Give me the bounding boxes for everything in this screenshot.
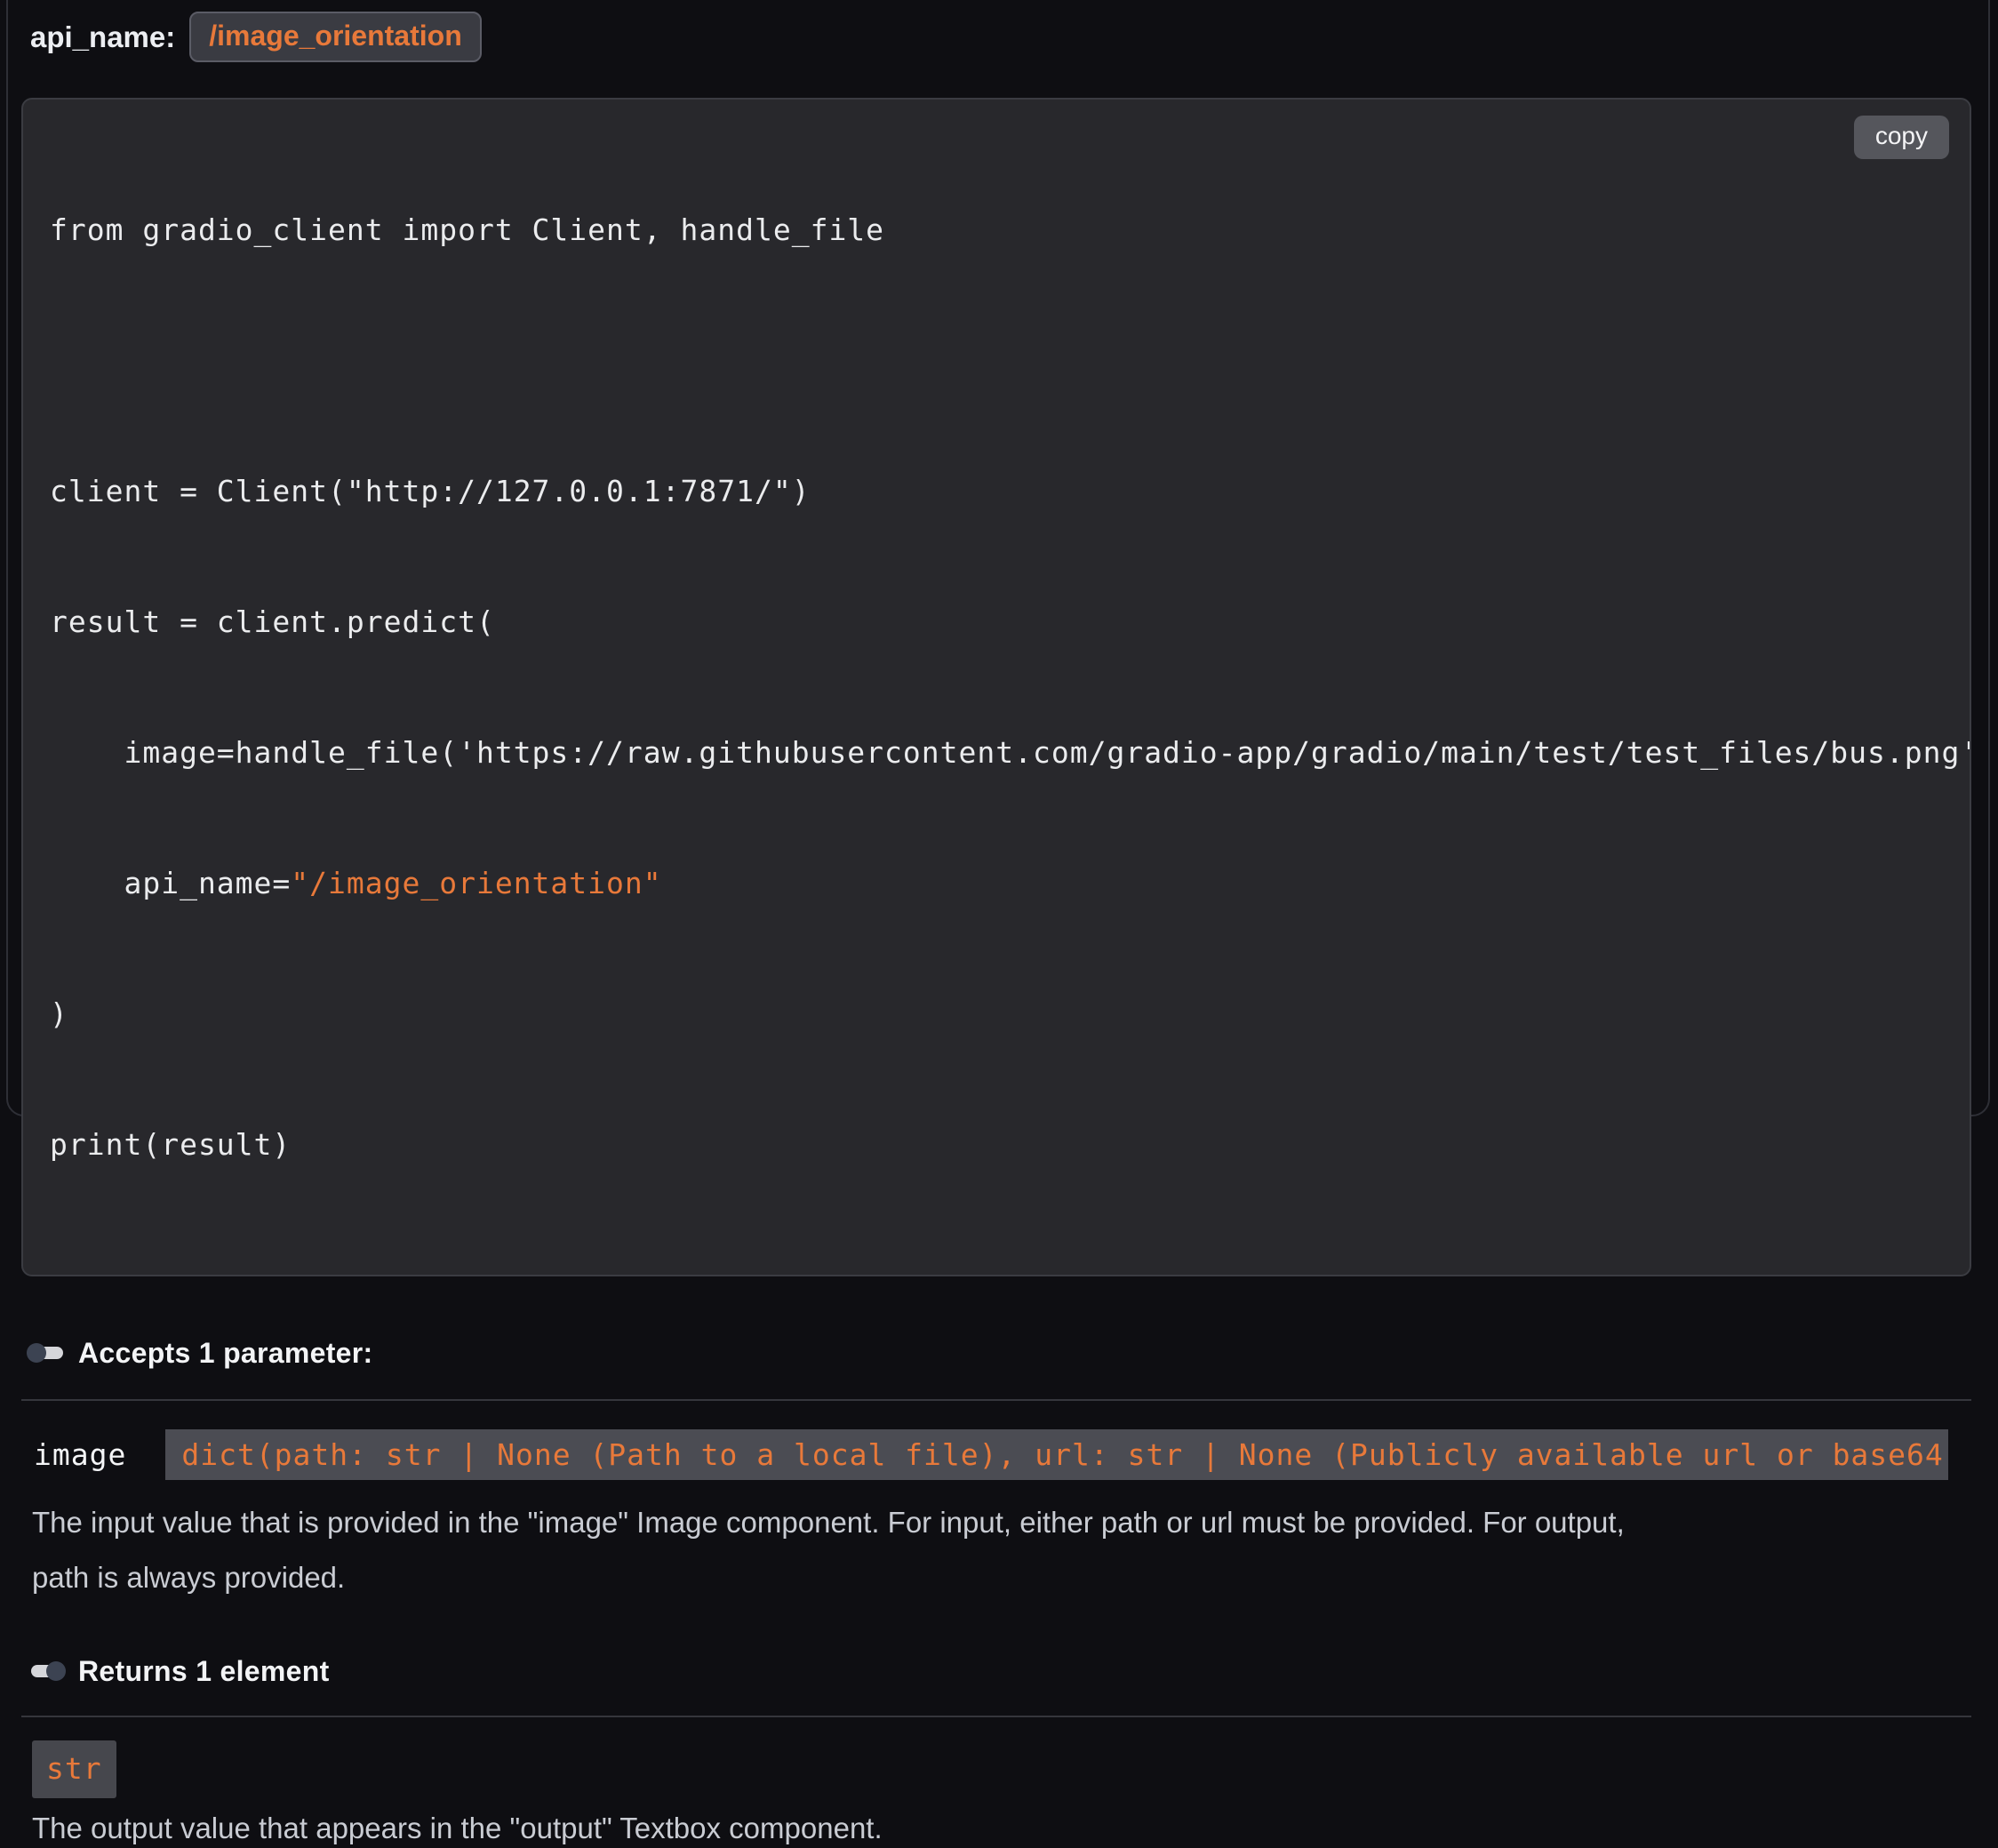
returns-heading: Returns 1 element: [27, 1653, 1998, 1689]
api-endpoint-badge: /image_orientation: [189, 12, 482, 62]
return-type-badge: str: [32, 1740, 116, 1798]
parameter-name: image: [34, 1437, 126, 1472]
return-type-row: str: [32, 1740, 1998, 1798]
api-name-label: api_name:: [30, 20, 175, 54]
code-snippet-block: from gradio_client import Client, handle…: [21, 98, 1971, 1276]
return-description: The output value that appears in the "ou…: [32, 1809, 1998, 1848]
code-line: [50, 339, 1970, 382]
copy-button[interactable]: copy: [1854, 116, 1949, 159]
code-api-name-prefix: api_name=: [50, 866, 291, 900]
parameter-description: The input value that is provided in the …: [32, 1495, 1998, 1605]
section-divider: [21, 1716, 1971, 1717]
code-line: image=handle_file('https://raw.githubuse…: [50, 731, 1970, 774]
accepts-parameters-heading: Accepts 1 parameter:: [27, 1335, 1998, 1371]
parameter-description-line: path is always provided.: [32, 1550, 1998, 1605]
code-api-name-string: "/image_orientation": [291, 866, 661, 900]
api-name-row: api_name: /image_orientation: [0, 0, 1998, 62]
code-line: client = Client("http://127.0.0.1:7871/"…: [50, 469, 1970, 513]
code-line: print(result): [50, 1123, 1970, 1166]
code-line: result = client.predict(: [50, 600, 1970, 644]
returns-heading-text: Returns 1 element: [78, 1655, 330, 1688]
code-line: ): [50, 992, 1970, 1036]
parameter-bullet-icon: [27, 1342, 66, 1364]
code-line: from gradio_client import Client, handle…: [50, 208, 1970, 252]
section-divider: [21, 1399, 1971, 1401]
return-bullet-icon: [27, 1660, 66, 1682]
accepts-heading-text: Accepts 1 parameter:: [78, 1337, 372, 1370]
code-line-api-name: api_name="/image_orientation": [50, 861, 1970, 905]
parameter-row: image dict(path: str | None (Path to a l…: [34, 1429, 1948, 1480]
parameter-description-line: The input value that is provided in the …: [32, 1495, 1998, 1550]
parameter-type-annotation: dict(path: str | None (Path to a local f…: [165, 1429, 1948, 1480]
python-code: from gradio_client import Client, handle…: [50, 121, 1970, 1253]
